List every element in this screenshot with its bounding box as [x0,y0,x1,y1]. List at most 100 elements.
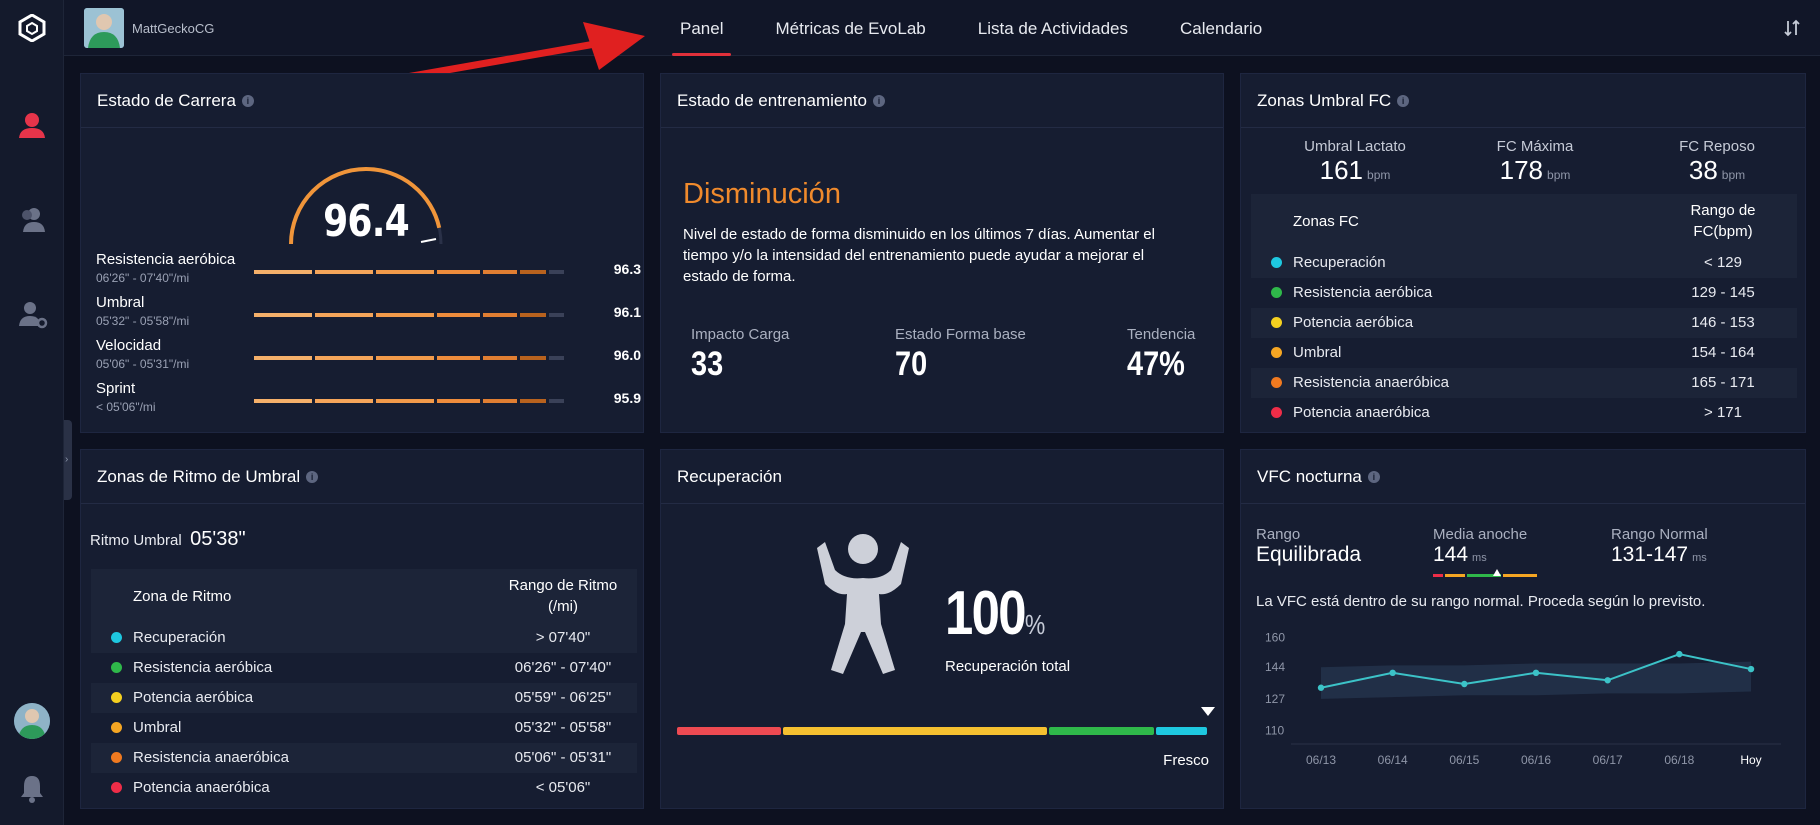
card-title: Zonas de Ritmo de Umbral [97,466,301,486]
bell-icon[interactable] [18,773,46,803]
zone-name: Umbral [133,719,182,736]
race-row-name: Resistencia aeróbica [96,251,236,268]
race-bar-segment [549,270,564,274]
race-row-name: Velocidad [96,337,162,354]
zone-color-dot [1271,257,1282,268]
race-bar-segment [483,399,517,403]
card-title: VFC nocturna [1257,466,1362,486]
race-bar-segment [549,356,564,360]
stat-unit: bpm [1547,168,1571,182]
tab-panel[interactable]: Panel [654,0,749,56]
hrv-data-point [1604,677,1611,684]
recovery-state: Fresco [1163,752,1209,769]
race-bar-segment [520,313,546,317]
race-bar-segment [376,356,434,360]
sort-toggle-icon[interactable] [1782,18,1802,38]
table-row: Potencia aeróbica 146 - 153 [1251,308,1797,338]
stat-value: 131-147 [1611,543,1689,566]
recovery-value: 100 [945,579,1027,648]
zone-color-dot [111,662,122,673]
zone-color-dot [111,752,122,763]
recovery-segment [1155,727,1207,735]
hrv-line-chart: 110 127 144 160 06/13 06/14 06/15 06/16 06/17 06/… [1265,630,1781,767]
stat-value: Equilibrada [1256,543,1362,566]
race-status-card: Estado de Carrera i 96.4 Resistencia aer… [80,73,644,433]
user-avatar[interactable] [84,8,124,48]
recovery-segment [677,727,782,735]
zone-range: 05'59" - 06'25" [514,689,612,706]
left-sidebar: › [0,0,72,825]
zone-color-dot [1271,287,1282,298]
training-status-card: Estado de entrenamiento i Disminución Ni… [660,73,1224,433]
stat-label: FC Máxima [1496,138,1574,155]
race-bar-segment [483,270,517,274]
metric-label: Impacto Carga [691,326,790,343]
hrv-data-point [1389,669,1396,676]
recovery-bar [677,727,1209,735]
normal-range-band [1321,661,1751,699]
recovery-percent: 100% [945,578,1045,649]
stat-unit: ms [1692,552,1707,564]
hrv-last-night: Media anoche 144 ms [1433,526,1537,585]
info-icon[interactable]: i [872,94,885,107]
race-row: Sprint < 05'06"/mi 95.9 [96,380,641,422]
table-row: Resistencia aeróbica 129 - 145 [1251,278,1797,308]
y-tick-label: 127 [1265,692,1285,706]
race-bar-segment [437,313,480,317]
table-row: Umbral 154 - 164 [1251,338,1797,368]
race-row-bar [254,270,604,274]
zone-name: Umbral [1293,344,1342,361]
race-row-name: Sprint [96,380,136,397]
race-bar-segment [376,313,434,317]
recovery-label: Recuperación total [945,658,1071,675]
x-tick-label: 06/13 [1306,753,1336,767]
info-icon[interactable]: i [306,470,319,483]
race-row: Velocidad 05'06" - 05'31"/mi 96.0 [96,337,641,379]
info-icon[interactable]: i [1397,94,1410,107]
race-row-bar [254,399,604,403]
stat-value: 144 [1433,543,1469,566]
recovery-segment [1049,727,1154,735]
zone-range: > 171 [1704,404,1742,421]
table-row: Potencia aeróbica 05'59" - 06'25" [91,683,637,713]
zone-name: Potencia aeróbica [1293,314,1414,331]
hrv-data-point [1532,669,1540,676]
race-bar-segment [315,399,373,403]
x-tick-label: 06/16 [1521,753,1551,767]
race-row: Umbral 05'32" - 05'58"/mi 96.1 [96,294,641,336]
user-profile-icon[interactable] [16,110,48,142]
race-bar-segment [254,313,312,317]
race-row-value: 96.1 [613,304,641,320]
zone-color-dot [1271,407,1282,418]
tab-evolab-metrics[interactable]: Métricas de EvoLab [749,0,951,56]
users-icon[interactable] [16,204,48,236]
username: MattGeckoCG [132,21,215,36]
stat-unit: bpm [1721,168,1746,182]
table-row: Resistencia anaeróbica 165 - 171 [1251,368,1797,398]
info-icon[interactable]: i [241,94,254,107]
avatar[interactable] [14,703,50,739]
race-bar-segment [483,313,517,317]
metric-value: 33 [691,345,724,383]
race-bar-segment [520,399,546,403]
tab-activity-list[interactable]: Lista de Actividades [952,0,1154,56]
zone-name: Recuperación [133,629,226,646]
table-row: Resistencia aeróbica 06'26" - 07'40" [91,653,637,683]
y-tick-label: 160 [1265,630,1285,644]
stat-label: FC Reposo [1679,138,1755,155]
info-icon[interactable]: i [1367,470,1380,483]
race-bar-segment [483,356,517,360]
metric-value: 70 [895,345,928,383]
x-tick-label: 06/14 [1378,753,1408,767]
tab-calendar[interactable]: Calendario [1154,0,1288,56]
card-title: Estado de entrenamiento [677,90,867,110]
race-score: 96.4 [323,196,410,247]
user-settings-icon[interactable] [16,298,48,330]
table-body: Recuperación < 129 Resistencia aeróbica 12… [1251,248,1797,428]
race-row-value: 95.9 [613,390,641,406]
collapse-handle[interactable]: › [64,420,72,500]
zone-color-dot [1271,347,1282,358]
zone-range: 05'06" - 05'31" [514,749,612,766]
hexagon-logo-icon[interactable] [18,14,46,42]
zone-color-dot [1271,317,1282,328]
